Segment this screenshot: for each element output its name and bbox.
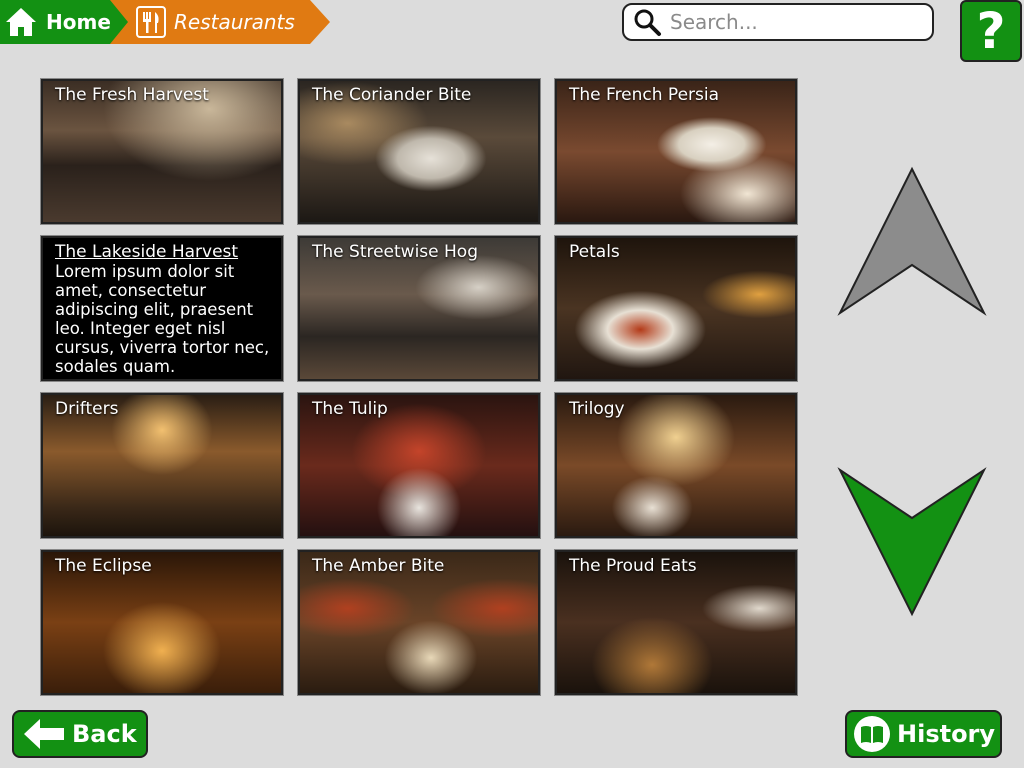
restaurant-tile-selected[interactable]: The Lakeside Harvest Lorem ipsum dolor s… bbox=[41, 236, 283, 381]
restaurant-name: The Lakeside Harvest bbox=[55, 242, 239, 262]
scroll-down-arrow-icon[interactable] bbox=[836, 466, 988, 618]
restaurant-tile[interactable]: The Eclipse bbox=[41, 550, 283, 695]
restaurant-name: Trilogy bbox=[569, 399, 625, 419]
breadcrumb-restaurants[interactable]: Restaurants bbox=[110, 0, 330, 44]
restaurant-name: The Tulip bbox=[312, 399, 388, 419]
search-box[interactable] bbox=[622, 3, 934, 41]
restaurant-name: Drifters bbox=[55, 399, 119, 419]
help-icon: ? bbox=[976, 2, 1006, 60]
back-arrow-icon bbox=[24, 719, 64, 749]
restaurant-description: Lorem ipsum dolor sit amet, consectetur … bbox=[55, 262, 270, 376]
history-label: History bbox=[897, 720, 996, 748]
restaurant-tile[interactable]: The Proud Eats bbox=[555, 550, 797, 695]
restaurant-name: The French Persia bbox=[569, 85, 720, 105]
restaurant-name: The Fresh Harvest bbox=[55, 85, 209, 105]
back-button[interactable]: Back bbox=[12, 710, 148, 758]
restaurant-tile[interactable]: The Streetwise Hog bbox=[298, 236, 540, 381]
cutlery-icon bbox=[136, 6, 166, 38]
restaurant-name: Petals bbox=[569, 242, 620, 262]
book-icon bbox=[854, 716, 890, 752]
breadcrumb-restaurants-label: Restaurants bbox=[174, 10, 295, 34]
restaurant-name: The Streetwise Hog bbox=[312, 242, 478, 262]
back-label: Back bbox=[72, 720, 137, 748]
restaurant-tile[interactable]: The Fresh Harvest bbox=[41, 79, 283, 224]
restaurant-tile[interactable]: Petals bbox=[555, 236, 797, 381]
home-icon bbox=[6, 8, 36, 36]
restaurant-name: The Amber Bite bbox=[312, 556, 445, 576]
history-button[interactable]: History bbox=[845, 710, 1002, 758]
scroll-up-arrow-icon[interactable] bbox=[836, 165, 988, 317]
restaurant-tile[interactable]: The Coriander Bite bbox=[298, 79, 540, 224]
restaurant-tile[interactable]: The Amber Bite bbox=[298, 550, 540, 695]
search-icon bbox=[634, 9, 661, 36]
restaurant-tile[interactable]: The French Persia bbox=[555, 79, 797, 224]
help-button[interactable]: ? bbox=[960, 0, 1022, 62]
restaurant-name: The Proud Eats bbox=[569, 556, 697, 576]
restaurant-tile[interactable]: Drifters bbox=[41, 393, 283, 538]
search-input[interactable] bbox=[668, 9, 922, 35]
restaurant-name: The Eclipse bbox=[55, 556, 152, 576]
restaurant-tile[interactable]: The Tulip bbox=[298, 393, 540, 538]
restaurant-name: The Coriander Bite bbox=[312, 85, 472, 105]
breadcrumb-home-label: Home bbox=[46, 10, 111, 34]
breadcrumb-home[interactable]: Home bbox=[0, 0, 130, 44]
restaurant-tile[interactable]: Trilogy bbox=[555, 393, 797, 538]
